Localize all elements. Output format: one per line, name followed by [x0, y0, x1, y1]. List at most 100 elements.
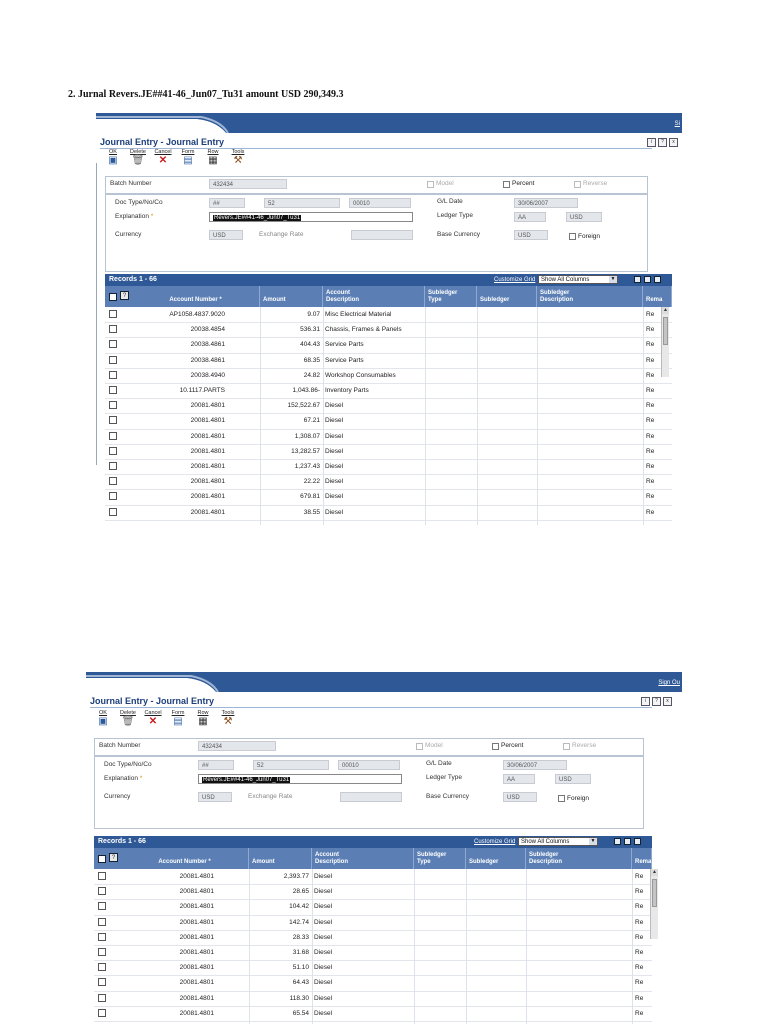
- maximize-icon[interactable]: [654, 276, 661, 283]
- table-row[interactable]: 20081.4801 2,393.77 Diesel Re: [94, 869, 652, 886]
- toolbar-ok-button[interactable]: OK ▣: [102, 149, 124, 166]
- help-icon[interactable]: ?: [652, 697, 661, 706]
- account-number-cell[interactable]: 20081.4801: [118, 930, 214, 945]
- toolbar-row-button[interactable]: Row ▦: [202, 149, 224, 166]
- reverse-checkbox[interactable]: [574, 181, 581, 188]
- grid-help-icon[interactable]: ?: [120, 291, 129, 300]
- remark-cell[interactable]: Re: [646, 489, 662, 504]
- column-amount[interactable]: Amount: [249, 848, 312, 869]
- import-icon[interactable]: [644, 276, 651, 283]
- row-checkbox[interactable]: [109, 492, 117, 501]
- amount-cell[interactable]: 65.54: [249, 1006, 309, 1021]
- show-columns-select[interactable]: Show All Columns ▼: [518, 837, 598, 846]
- amount-cell[interactable]: 24.82: [260, 368, 320, 383]
- amount-cell[interactable]: 118.30: [249, 991, 309, 1006]
- table-row[interactable]: 20081.4801 1,237.43 Diesel Re: [105, 459, 672, 476]
- account-number-cell[interactable]: 20081.4801: [118, 869, 214, 884]
- column-subledger-type[interactable]: Subledger Type: [425, 286, 477, 307]
- table-row[interactable]: 20081.4801 65.54 Diesel Re: [94, 1006, 652, 1022]
- remark-cell[interactable]: Re: [635, 884, 651, 899]
- amount-cell[interactable]: 104.42: [249, 899, 309, 914]
- account-description-cell[interactable]: Workshop Consumables: [325, 368, 424, 383]
- row-checkbox[interactable]: [109, 477, 117, 486]
- column-amount[interactable]: Amount: [260, 286, 323, 307]
- column-subledger[interactable]: Subledger: [466, 848, 526, 869]
- table-row[interactable]: 20081.4801 28.65 Diesel Re: [94, 884, 652, 901]
- account-description-cell[interactable]: Diesel: [314, 991, 413, 1006]
- row-checkbox[interactable]: [109, 401, 117, 410]
- account-number-cell[interactable]: 20081.4801: [118, 945, 214, 960]
- row-checkbox[interactable]: [109, 462, 117, 470]
- toolbar-form-button[interactable]: Form ▤: [177, 149, 199, 166]
- row-checkbox[interactable]: [98, 872, 106, 880]
- account-description-cell[interactable]: Diesel: [325, 489, 424, 504]
- remark-cell[interactable]: Re: [646, 444, 662, 459]
- amount-cell[interactable]: 38.55: [260, 505, 320, 520]
- account-number-cell[interactable]: 20081.4801: [129, 505, 225, 520]
- model-checkbox[interactable]: [427, 181, 434, 188]
- amount-cell[interactable]: 64.43: [249, 975, 309, 990]
- scroll-thumb[interactable]: [663, 317, 668, 345]
- account-description-cell[interactable]: Diesel: [314, 899, 413, 914]
- column-account-description[interactable]: Account Description: [323, 286, 425, 307]
- column-subledger-type[interactable]: Subledger Type: [414, 848, 466, 869]
- amount-cell[interactable]: 22.22: [260, 474, 320, 489]
- table-row[interactable]: 20081.4801 118.30 Diesel Re: [94, 991, 652, 1007]
- row-checkbox[interactable]: [109, 340, 117, 349]
- row-checkbox[interactable]: [98, 932, 106, 941]
- account-description-cell[interactable]: Diesel: [314, 930, 413, 945]
- column-account-number[interactable]: Account Number *: [129, 286, 260, 307]
- row-checkbox[interactable]: [98, 963, 106, 972]
- table-row[interactable]: 20081.4801 22.22 Diesel Re: [105, 474, 672, 491]
- table-row[interactable]: 20081.4801 67.21 Diesel Re: [105, 413, 672, 430]
- account-number-cell[interactable]: 20038.4861: [129, 337, 225, 352]
- column-subledger[interactable]: Subledger: [477, 286, 537, 307]
- amount-cell[interactable]: 67.21: [260, 413, 320, 428]
- remark-cell[interactable]: Re: [635, 945, 651, 960]
- account-description-cell[interactable]: Diesel: [314, 884, 413, 899]
- batch-number-field[interactable]: 432434: [209, 179, 287, 189]
- account-number-cell[interactable]: 20081.4801: [118, 915, 214, 930]
- currency-field[interactable]: USD: [198, 792, 232, 802]
- table-row[interactable]: 20081.4801 51.10 Diesel Re: [94, 960, 652, 977]
- remark-cell[interactable]: Re: [635, 899, 651, 914]
- ledger-type-field[interactable]: AA: [503, 774, 535, 784]
- table-row[interactable]: 20081.4801 142.74 Diesel Re: [94, 915, 652, 931]
- remark-cell[interactable]: Re: [646, 429, 662, 444]
- help-icon[interactable]: ?: [658, 138, 667, 147]
- column-remark[interactable]: Rema: [632, 848, 652, 869]
- info-icon[interactable]: i: [641, 697, 650, 706]
- currency-field[interactable]: USD: [209, 230, 243, 240]
- scroll-thumb[interactable]: [652, 879, 657, 907]
- batch-number-field[interactable]: 432434: [198, 741, 276, 751]
- account-number-cell[interactable]: 10.1117.PARTS: [129, 383, 225, 398]
- table-row[interactable]: 20081.4801 13,282.57 Diesel Re: [105, 444, 672, 460]
- amount-cell[interactable]: 9.07: [260, 307, 320, 322]
- amount-cell[interactable]: 1,308.07: [260, 429, 320, 444]
- sign-out-link[interactable]: Si: [675, 121, 680, 127]
- row-checkbox[interactable]: [98, 978, 106, 987]
- amount-cell[interactable]: 68.35: [260, 353, 320, 368]
- amount-cell[interactable]: 31.68: [249, 945, 309, 960]
- remark-cell[interactable]: Re: [635, 915, 651, 930]
- show-columns-select[interactable]: Show All Columns ▼: [538, 275, 618, 284]
- gl-date-field[interactable]: 30/06/2007: [514, 198, 578, 208]
- remark-cell[interactable]: Re: [635, 930, 651, 945]
- remark-cell[interactable]: Re: [635, 960, 651, 975]
- account-description-cell[interactable]: Service Parts: [325, 337, 424, 352]
- amount-cell[interactable]: 1,237.43: [260, 459, 320, 474]
- account-number-cell[interactable]: 20081.4801: [129, 429, 225, 444]
- row-checkbox[interactable]: [109, 446, 117, 455]
- row-checkbox[interactable]: [98, 917, 106, 926]
- amount-cell[interactable]: 28.65: [249, 884, 309, 899]
- exchange-rate-field[interactable]: [351, 230, 413, 240]
- row-checkbox[interactable]: [109, 310, 117, 318]
- foreign-checkbox[interactable]: [569, 233, 576, 240]
- scroll-up-icon[interactable]: ▲: [662, 307, 669, 314]
- close-icon[interactable]: x: [669, 138, 678, 147]
- column-account-description[interactable]: Account Description: [312, 848, 414, 869]
- grid-scrollbar[interactable]: ▲: [661, 307, 669, 377]
- remark-cell[interactable]: Re: [646, 505, 662, 520]
- grid-help-icon[interactable]: ?: [109, 853, 118, 862]
- account-description-cell[interactable]: Diesel: [325, 413, 424, 428]
